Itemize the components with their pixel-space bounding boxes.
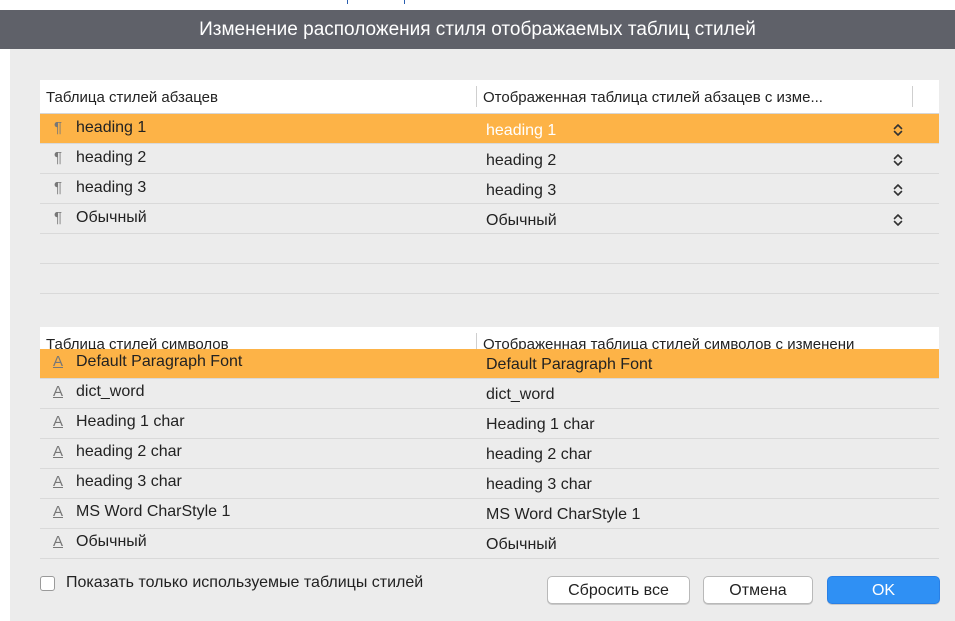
cancel-button[interactable]: Отмена bbox=[703, 576, 813, 604]
mapped-style-value[interactable]: Default Paragraph Font bbox=[486, 356, 652, 374]
mapped-style-value[interactable]: heading 3 bbox=[486, 182, 556, 200]
table-row[interactable]: ¶ Обычный Обычный bbox=[40, 204, 939, 234]
paragraph-icon: ¶ bbox=[53, 119, 63, 136]
style-name: heading 2 char bbox=[76, 443, 182, 460]
paragraph-styles-table[interactable]: Таблица стилей абзацев Отображенная табл… bbox=[40, 80, 939, 314]
window-title: Изменение расположения стиля отображаемы… bbox=[199, 19, 756, 40]
style-name: Heading 1 char bbox=[76, 413, 185, 430]
character-icon: A bbox=[52, 473, 63, 490]
table-row[interactable]: Aheading 2 char heading 2 char bbox=[40, 439, 939, 469]
stepper-icon[interactable] bbox=[892, 182, 906, 200]
style-name: heading 2 bbox=[76, 149, 147, 166]
mapped-style-value[interactable]: heading 3 char bbox=[486, 476, 592, 494]
table-row[interactable]: Aheading 3 char heading 3 char bbox=[40, 469, 939, 499]
style-name: heading 1 bbox=[76, 119, 147, 136]
mapped-style-value[interactable]: MS Word CharStyle 1 bbox=[486, 506, 640, 524]
mapped-style-value[interactable]: heading 2 char bbox=[486, 446, 592, 464]
table-row[interactable]: ¶ heading 1 heading 1 bbox=[40, 114, 939, 144]
column-divider[interactable] bbox=[912, 86, 913, 107]
table-row[interactable]: Adict_word dict_word bbox=[40, 379, 939, 409]
style-name: Обычный bbox=[76, 533, 147, 550]
table-header: Таблица стилей абзацев Отображенная табл… bbox=[40, 80, 939, 114]
stepper-icon[interactable] bbox=[892, 212, 906, 230]
column-header-mapped-paragraph-styles[interactable]: Отображенная таблица стилей абзацев с из… bbox=[483, 80, 908, 113]
top-strip bbox=[0, 0, 955, 10]
empty-row bbox=[40, 294, 939, 314]
show-used-only-label[interactable]: Показать только используемые таблицы сти… bbox=[66, 574, 423, 592]
character-icon: A bbox=[52, 503, 63, 520]
show-used-only-checkbox[interactable] bbox=[40, 576, 55, 591]
top-strip-tick bbox=[404, 0, 405, 4]
ok-button[interactable]: OK bbox=[827, 576, 940, 604]
character-icon: A bbox=[52, 383, 63, 400]
paragraph-icon: ¶ bbox=[53, 179, 63, 196]
empty-row bbox=[40, 264, 939, 294]
style-name: Default Paragraph Font bbox=[76, 353, 243, 370]
mapped-style-value[interactable]: dict_word bbox=[486, 386, 554, 404]
paragraph-icon: ¶ bbox=[53, 149, 63, 166]
style-name: MS Word CharStyle 1 bbox=[76, 503, 231, 520]
mapped-style-value[interactable]: Обычный bbox=[486, 536, 557, 554]
column-header-paragraph-styles[interactable]: Таблица стилей абзацев bbox=[46, 80, 474, 113]
empty-row bbox=[40, 234, 939, 264]
top-strip-tick bbox=[347, 0, 348, 4]
table-row[interactable]: A Default Paragraph Font Default Paragraph… bbox=[40, 349, 939, 379]
column-divider[interactable] bbox=[476, 86, 477, 107]
mapped-style-value[interactable]: Heading 1 char bbox=[486, 416, 595, 434]
style-name: heading 3 char bbox=[76, 473, 182, 490]
paragraph-icon: ¶ bbox=[53, 209, 63, 226]
mapped-style-value[interactable]: heading 2 bbox=[486, 152, 556, 170]
character-icon: A bbox=[52, 413, 63, 430]
mapped-style-value[interactable]: Обычный bbox=[486, 212, 557, 230]
character-icon: A bbox=[52, 533, 63, 550]
style-name: Обычный bbox=[76, 209, 147, 226]
stepper-icon[interactable] bbox=[892, 152, 906, 170]
character-icon: A bbox=[52, 443, 63, 460]
table-row[interactable]: A Обычный Обычный bbox=[40, 529, 939, 559]
table-row[interactable]: A MS Word CharStyle 1 MS Word CharStyle 1 bbox=[40, 499, 939, 529]
reset-all-button[interactable]: Сбросить все bbox=[547, 576, 690, 604]
style-name: heading 3 bbox=[76, 179, 147, 196]
stepper-icon[interactable] bbox=[892, 122, 906, 140]
table-row[interactable]: A Heading 1 char Heading 1 char bbox=[40, 409, 939, 439]
character-icon: A bbox=[52, 353, 63, 370]
table-row[interactable]: ¶ heading 3 heading 3 bbox=[40, 174, 939, 204]
table-row[interactable]: ¶ heading 2 heading 2 bbox=[40, 144, 939, 174]
character-styles-table[interactable]: Таблица стилей символов Отображенная таб… bbox=[40, 327, 939, 561]
mapped-style-value[interactable]: heading 1 bbox=[486, 122, 556, 140]
style-name: dict_word bbox=[76, 383, 145, 400]
title-bar: Изменение расположения стиля отображаемы… bbox=[0, 10, 955, 49]
